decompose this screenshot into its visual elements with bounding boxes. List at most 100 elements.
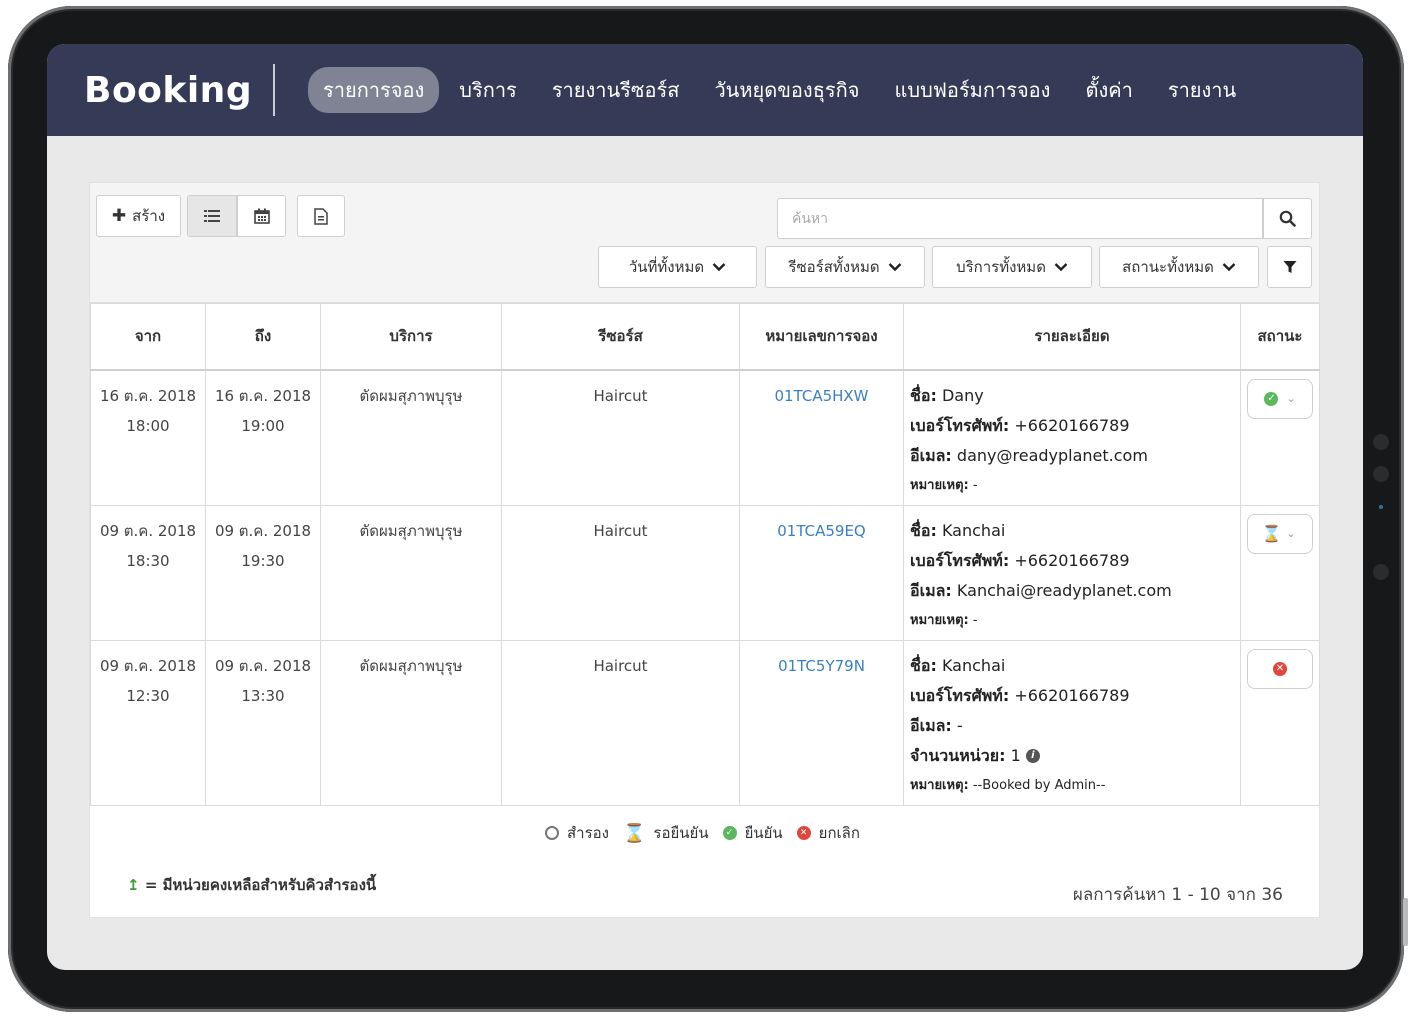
nav-item-reports[interactable]: รายงาน xyxy=(1153,67,1251,113)
note-label: หมายเหตุ: xyxy=(910,777,969,793)
to-date: 09 ต.ค. 2018 xyxy=(214,521,312,540)
service-cell: ตัดผมสุภาพบุรุษ xyxy=(320,639,502,806)
nav-item-resource-report[interactable]: รายงานรีซอร์ส xyxy=(537,67,695,113)
chevron-down-icon: ⌄ xyxy=(1286,391,1296,405)
status-dropdown-waiting[interactable]: ⌛ ⌄ xyxy=(1247,513,1313,554)
calendar-view-button[interactable] xyxy=(237,195,286,237)
hourglass-icon: ⌛ xyxy=(1261,523,1282,543)
to-date: 16 ต.ค. 2018 xyxy=(214,386,312,405)
email-label: อีเมล: xyxy=(910,445,952,465)
table-row[interactable]: 09 ต.ค. 2018 18:30 09 ต.ค. 2018 19:30 ตั… xyxy=(90,504,1320,641)
customer-phone: +6620166789 xyxy=(1014,685,1130,705)
details-cell: ชื่อ: Kanchai เบอร์โทรศัพท์: +6620166789… xyxy=(903,504,1241,641)
chevron-down-icon xyxy=(1222,263,1236,272)
bookings-table-wrap: จาก ถึง บริการ รีซอร์ส หมายเลขการจอง ราย… xyxy=(90,303,1320,806)
export-button[interactable] xyxy=(297,195,345,237)
edge-button xyxy=(1403,898,1408,946)
name-label: ชื่อ: xyxy=(910,385,937,405)
list-icon xyxy=(204,210,220,222)
name-label: ชื่อ: xyxy=(910,520,937,540)
name-label: ชื่อ: xyxy=(910,655,937,675)
table-row[interactable]: 16 ต.ค. 2018 18:00 16 ต.ค. 2018 19:00 ตั… xyxy=(90,369,1320,506)
pending-circle-icon xyxy=(545,826,560,840)
waitlist-note-text: = มีหน่วยคงเหลือสำหรับคิวสำรองนี้ xyxy=(144,876,377,894)
nav-item-services[interactable]: บริการ xyxy=(444,67,532,113)
column-header-resource[interactable]: รีซอร์ส xyxy=(501,303,740,371)
customer-name: Kanchai xyxy=(941,520,1006,540)
from-date: 16 ต.ค. 2018 xyxy=(99,386,197,405)
column-header-details[interactable]: รายละเอียด xyxy=(903,303,1241,371)
legend-pending: สำรอง xyxy=(545,821,609,845)
status-filter-label: สถานะทั้งหมด xyxy=(1122,258,1214,276)
toolbar: ✚ สร้าง ค้นหา วันที่ทั้งหมด รีซอร์สทั้งห… xyxy=(90,183,1319,303)
chevron-down-icon xyxy=(1054,263,1068,272)
filter-button[interactable] xyxy=(1267,246,1312,288)
search-button[interactable] xyxy=(1263,198,1312,239)
phone-label: เบอร์โทรศัพท์: xyxy=(910,415,1010,435)
resource-cell: Haircut xyxy=(501,504,740,641)
status-filter-dropdown[interactable]: สถานะทั้งหมด xyxy=(1099,246,1259,288)
phone-label: เบอร์โทรศัพท์: xyxy=(910,685,1010,705)
to-cell: 09 ต.ค. 2018 13:30 xyxy=(205,639,321,806)
booking-note: --Booked by Admin-- xyxy=(972,777,1106,793)
check-circle-icon: ✓ xyxy=(1264,391,1279,406)
from-cell: 16 ต.ค. 2018 18:00 xyxy=(90,369,206,506)
nav-divider xyxy=(273,64,275,116)
email-label: อีเมล: xyxy=(910,580,952,600)
resource-filter-dropdown[interactable]: รีซอร์สทั้งหมด xyxy=(765,246,925,288)
column-header-service[interactable]: บริการ xyxy=(320,303,502,371)
check-circle-icon: ✓ xyxy=(722,826,737,840)
create-button-label: สร้าง xyxy=(132,207,166,225)
nav-item-bookings[interactable]: รายการจอง xyxy=(308,67,440,113)
arrow-up-icon: ↥ xyxy=(127,876,140,894)
top-navigation: Booking รายการจอง บริการ รายงานรีซอร์ส ว… xyxy=(47,44,1363,136)
plus-icon: ✚ xyxy=(111,206,127,226)
legend-cancelled-label: ยกเลิก xyxy=(818,824,860,842)
column-header-status[interactable]: สถานะ xyxy=(1240,303,1320,371)
resource-cell: Haircut xyxy=(501,639,740,806)
nav-item-booking-form[interactable]: แบบฟอร์มการจอง xyxy=(879,67,1065,113)
from-time: 12:30 xyxy=(126,686,170,705)
search-icon xyxy=(1279,210,1296,227)
customer-name: Kanchai xyxy=(941,655,1006,675)
units-label: จำนวนหน่วย: xyxy=(910,745,1006,765)
booking-note: - xyxy=(972,612,978,628)
cancel-circle-icon: ✕ xyxy=(1273,661,1287,676)
status-dropdown-cancelled[interactable]: ✕ xyxy=(1247,648,1313,689)
info-icon[interactable]: i xyxy=(1025,749,1040,763)
status-cell: ✓ ⌄ xyxy=(1240,369,1320,506)
nav-item-settings[interactable]: ตั้งค่า xyxy=(1070,67,1147,113)
column-header-booking-number[interactable]: หมายเลขการจอง xyxy=(739,303,904,371)
service-cell: ตัดผมสุภาพบุรุษ xyxy=(320,504,502,641)
app-screen: Booking รายการจอง บริการ รายงานรีซอร์ส ว… xyxy=(47,44,1363,970)
customer-name: Dany xyxy=(941,385,984,405)
create-button[interactable]: ✚ สร้าง xyxy=(96,195,181,237)
legend-waiting: ⌛ รอยืนยัน xyxy=(623,821,709,845)
booking-number-link[interactable]: 01TCA5HXW xyxy=(739,369,904,506)
nav-menu: รายการจอง บริการ รายงานรีซอร์ส วันหยุดขอ… xyxy=(308,67,1256,113)
search-input[interactable] xyxy=(777,198,1263,239)
column-header-from[interactable]: จาก xyxy=(90,303,206,371)
service-filter-dropdown[interactable]: บริการทั้งหมด xyxy=(932,246,1092,288)
status-cell: ✕ xyxy=(1240,639,1320,806)
customer-phone: +6620166789 xyxy=(1014,550,1130,570)
date-filter-dropdown[interactable]: วันที่ทั้งหมด xyxy=(598,246,757,288)
legend-pending-label: สำรอง xyxy=(567,824,609,842)
booking-number-link[interactable]: 01TCA59EQ xyxy=(739,504,904,641)
to-cell: 16 ต.ค. 2018 19:00 xyxy=(205,369,321,506)
customer-email: dany@readyplanet.com xyxy=(956,445,1148,465)
status-dropdown-confirmed[interactable]: ✓ ⌄ xyxy=(1247,378,1313,419)
results-count: ผลการค้นหา 1 - 10 จาก 36 xyxy=(1072,885,1283,905)
table-header-row: จาก ถึง บริการ รีซอร์ส หมายเลขการจอง ราย… xyxy=(90,303,1320,371)
from-date: 09 ต.ค. 2018 xyxy=(99,521,197,540)
to-time: 19:00 xyxy=(241,416,285,435)
units-value: 1 xyxy=(1010,745,1021,765)
to-cell: 09 ต.ค. 2018 19:30 xyxy=(205,504,321,641)
table-row[interactable]: 09 ต.ค. 2018 12:30 09 ต.ค. 2018 13:30 ตั… xyxy=(90,639,1320,806)
list-view-button[interactable] xyxy=(187,195,237,237)
nav-item-business-holidays[interactable]: วันหยุดของธุรกิจ xyxy=(699,67,874,113)
column-header-to[interactable]: ถึง xyxy=(205,303,321,371)
chevron-down-icon xyxy=(888,263,901,272)
booking-number-link[interactable]: 01TC5Y79N xyxy=(739,639,904,806)
legend-confirmed-label: ยืนยัน xyxy=(744,824,783,842)
